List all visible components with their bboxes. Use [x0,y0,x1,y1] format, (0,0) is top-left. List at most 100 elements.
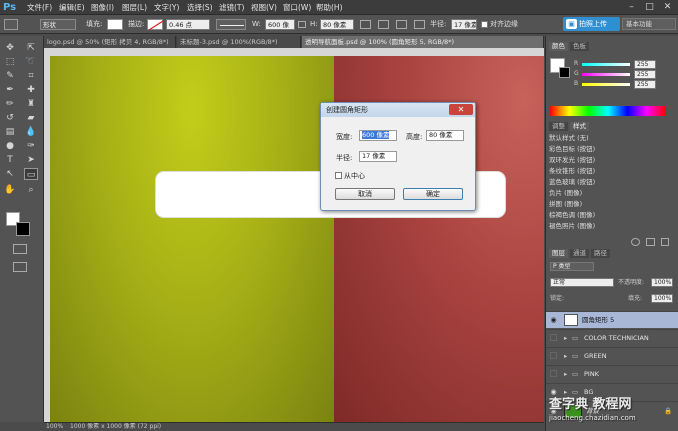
brush-tool-icon[interactable]: ✏ [3,98,17,110]
radius-input[interactable]: 17 像素 [451,19,477,30]
canvas-green-area[interactable] [50,56,334,422]
background-color-swatch[interactable] [16,222,30,236]
tab-color[interactable]: 颜色 [549,42,568,51]
style-item[interactable]: 拼图 (图像) [546,199,616,210]
gradient-tool-icon[interactable]: ▤ [3,126,17,138]
move-tool-icon[interactable]: ✥ [3,42,17,54]
height-field[interactable]: 80 像素 [426,130,464,141]
path-operations-icon[interactable] [360,20,371,29]
quick-mask-icon[interactable] [13,244,27,254]
eyedropper-tool-icon[interactable]: ✒ [3,84,17,96]
stroke-type-select[interactable] [216,19,246,30]
cancel-button[interactable]: 取消 [335,188,395,200]
pen-tool-icon[interactable]: ✑ [24,140,38,152]
r-value[interactable]: 255 [634,60,656,69]
g-value[interactable]: 255 [634,70,656,79]
layer-name[interactable]: 圆角矩形 5 [582,316,614,325]
quick-select-tool-icon[interactable]: ✎ [3,70,17,82]
tab-layers[interactable]: 图层 [549,249,568,258]
menu-type[interactable]: 文字(Y) [154,2,179,13]
layer-name[interactable]: BG [584,388,593,397]
rounded-rectangle-tool-icon[interactable]: ▭ [24,168,38,180]
b-slider[interactable] [582,83,630,86]
r-slider[interactable] [582,63,630,66]
direct-select-tool-icon[interactable]: ↖ [3,168,17,180]
hand-tool-icon[interactable]: ✋ [3,184,17,196]
zoom-tool-icon[interactable]: ⌕ [24,184,38,196]
tab-paths[interactable]: 路径 [591,249,610,258]
menu-filter[interactable]: 滤镜(T) [219,2,244,13]
crop-tool-icon[interactable]: ⌗ [24,70,38,82]
expand-arrow-icon[interactable]: ▸ [564,352,567,361]
healing-brush-icon[interactable]: ✚ [24,84,38,96]
menu-view[interactable]: 视图(V) [251,2,277,13]
height-input[interactable]: 80 像素 [320,19,354,30]
maximize-icon[interactable]: □ [642,1,657,13]
marquee-tool-icon[interactable]: ⬚ [3,56,17,68]
color-spectrum-bar[interactable] [550,106,666,116]
align-edges-checkbox[interactable] [481,21,488,28]
style-item[interactable]: 棕褐色调 (图像) [546,210,616,221]
eye-icon[interactable]: ◉ [549,388,558,397]
menu-file[interactable]: 文件(F) [27,2,52,13]
menu-select[interactable]: 选择(S) [187,2,213,13]
layer-filter-select[interactable]: P 类型 [550,262,594,271]
zoom-level[interactable]: 100% [46,423,63,431]
link-icon[interactable] [298,21,306,28]
layer-name[interactable]: GREEN [584,352,607,361]
stroke-swatch[interactable] [147,19,164,31]
layer-row[interactable]: ▸ ▭ COLOR TECHNICIAN [546,329,678,346]
blend-mode-select[interactable]: 正常 [550,278,614,287]
tab-untitled-3[interactable]: 未标题-3.psd @ 100%(RGB/8*) [177,36,301,48]
trash-icon[interactable] [661,238,669,246]
visibility-toggle[interactable] [550,370,557,377]
tab-styles[interactable]: 样式 [570,122,589,131]
style-item[interactable]: 蓝色玻璃 (按钮) [546,177,616,188]
style-item[interactable]: 双环发光 (按钮) [546,155,616,166]
background-color-preview[interactable] [559,67,570,78]
stroke-width-input[interactable]: 0.46 点 [166,19,210,30]
style-item[interactable]: 彩色目标 (按钮) [546,144,616,155]
layer-row[interactable]: ◉ 圆角矩形 5 [546,311,678,328]
expand-arrow-icon[interactable]: ▸ [564,334,567,343]
style-item[interactable]: 默认样式 (无) [546,133,616,144]
artboard-tool-icon[interactable]: ⇱ [24,42,38,54]
tool-preset-picker[interactable] [4,19,18,30]
workspace-select[interactable]: 基本功能 [622,18,676,30]
path-alignment-icon[interactable] [378,20,389,29]
fill-swatch[interactable] [107,19,123,30]
path-select-tool-icon[interactable]: ➤ [24,154,38,166]
layer-row[interactable]: ▸ ▭ PINK [546,365,678,382]
tab-adjustments[interactable]: 调整 [549,122,568,131]
blur-tool-icon[interactable]: 💧 [24,126,38,138]
visibility-toggle[interactable] [550,334,557,341]
opacity-input[interactable]: 100% [651,278,673,287]
dodge-tool-icon[interactable]: ● [3,140,17,152]
menu-window[interactable]: 窗口(W) [283,2,311,13]
expand-arrow-icon[interactable]: ▸ [564,388,567,397]
style-item[interactable]: 条纹锥形 (按钮) [546,166,616,177]
type-tool-icon[interactable]: T [3,154,17,166]
gear-icon[interactable] [414,20,425,29]
visibility-toggle[interactable] [550,352,557,359]
close-icon[interactable]: ✕ [449,104,473,115]
shape-mode-select[interactable]: 形状 [40,19,76,30]
ok-button[interactable]: 确定 [403,188,463,200]
from-center-checkbox[interactable] [335,172,342,179]
g-slider[interactable] [582,73,630,76]
lasso-tool-icon[interactable]: ➰ [24,56,38,68]
radius-field[interactable]: 17 像素 [359,151,397,162]
new-style-icon[interactable] [646,238,655,246]
history-brush-icon[interactable]: ↺ [3,112,17,124]
minimize-icon[interactable]: – [624,1,639,13]
expand-arrow-icon[interactable]: ▸ [564,370,567,379]
clone-stamp-icon[interactable]: ♜ [24,98,38,110]
eraser-tool-icon[interactable]: ▰ [24,112,38,124]
b-value[interactable]: 255 [634,80,656,89]
width-input[interactable]: 600 像 [265,19,295,30]
eye-icon[interactable]: ◉ [549,316,558,325]
width-field[interactable]: 600 像素 [359,130,397,141]
layer-name[interactable]: COLOR TECHNICIAN [584,334,649,343]
tab-transparent-nav-panel[interactable]: 透明导航面板.psd @ 100% (圆角矩形 5, RGB/8*) [302,36,544,48]
style-item[interactable]: 褪色照片 (图像) [546,221,616,232]
